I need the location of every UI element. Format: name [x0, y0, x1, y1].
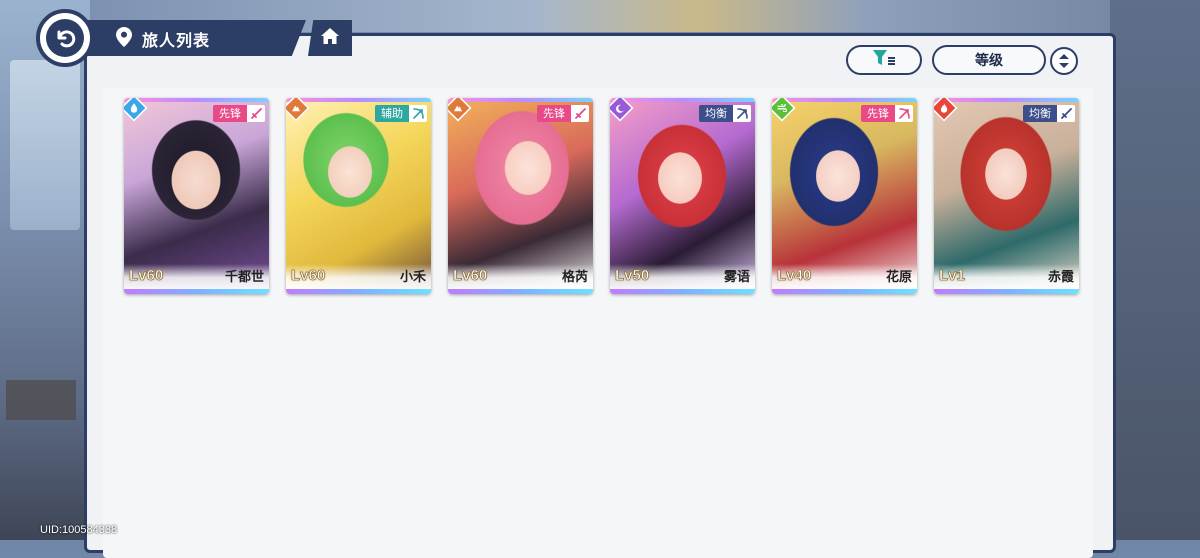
role-badge: 先锋: [861, 105, 895, 122]
character-card[interactable]: 先锋 Lv40 花原: [772, 98, 917, 294]
filter-icon: [872, 49, 896, 71]
character-card[interactable]: 辅助 Lv60 小禾: [286, 98, 431, 294]
home-icon: [320, 27, 340, 49]
bow-icon: [895, 105, 913, 122]
sort-order-toggle[interactable]: [1050, 47, 1078, 75]
character-name: 千都世: [224, 270, 264, 285]
background-shelf: [6, 380, 76, 420]
bow-icon: [733, 105, 751, 122]
sort-order-icon: [1059, 54, 1069, 68]
role-badge: 辅助: [375, 105, 409, 122]
card-top-strip: [610, 98, 755, 102]
character-level: Lv60: [453, 267, 488, 285]
card-bottom-strip: [772, 289, 917, 294]
character-card[interactable]: 先锋 Lv60 格芮: [448, 98, 593, 294]
background-right: [1110, 0, 1200, 540]
character-name: 花原: [885, 270, 912, 285]
character-name: 小禾: [399, 270, 426, 285]
card-bottom-strip: [448, 289, 593, 294]
character-name: 赤霞: [1047, 270, 1074, 285]
card-bottom-strip: [934, 289, 1079, 294]
back-button[interactable]: [36, 9, 94, 67]
filter-button[interactable]: [846, 45, 922, 75]
card-bottom-strip: [124, 289, 269, 294]
role-badge: 均衡: [1023, 105, 1057, 122]
card-bottom-strip: [286, 289, 431, 294]
character-card[interactable]: 先锋 Lv60 千都世: [124, 98, 269, 294]
sword-icon: [247, 105, 265, 122]
card-top-strip: [448, 98, 593, 102]
character-card[interactable]: 均衡 Lv1 赤霞: [934, 98, 1079, 294]
sword-icon: [571, 105, 589, 122]
back-arrow-icon: [46, 19, 84, 57]
background-window: [10, 60, 80, 230]
user-id: UID:100584338: [40, 524, 118, 536]
sword-icon: [1057, 105, 1075, 122]
sort-by-level-dropdown[interactable]: 等级: [932, 45, 1046, 75]
card-top-strip: [934, 98, 1079, 102]
card-top-strip: [286, 98, 431, 102]
background-left: [0, 0, 90, 540]
character-name: 格芮: [561, 270, 588, 285]
bow-icon: [409, 105, 427, 122]
role-badge: 先锋: [213, 105, 247, 122]
character-level: Lv60: [291, 267, 326, 285]
character-card[interactable]: 均衡 Lv50 雾语: [610, 98, 755, 294]
character-level: Lv1: [939, 267, 965, 285]
location-pin-icon: [116, 27, 132, 51]
character-name: 雾语: [723, 270, 750, 285]
character-level: Lv50: [615, 267, 650, 285]
role-badge: 均衡: [699, 105, 733, 122]
home-button[interactable]: [308, 20, 352, 56]
card-bottom-strip: [610, 289, 755, 294]
card-top-strip: [124, 98, 269, 102]
card-top-strip: [772, 98, 917, 102]
page-title: 旅人列表: [142, 31, 211, 50]
character-level: Lv60: [129, 267, 164, 285]
title-bar: 旅人列表: [70, 20, 306, 56]
character-level: Lv40: [777, 267, 812, 285]
role-badge: 先锋: [537, 105, 571, 122]
